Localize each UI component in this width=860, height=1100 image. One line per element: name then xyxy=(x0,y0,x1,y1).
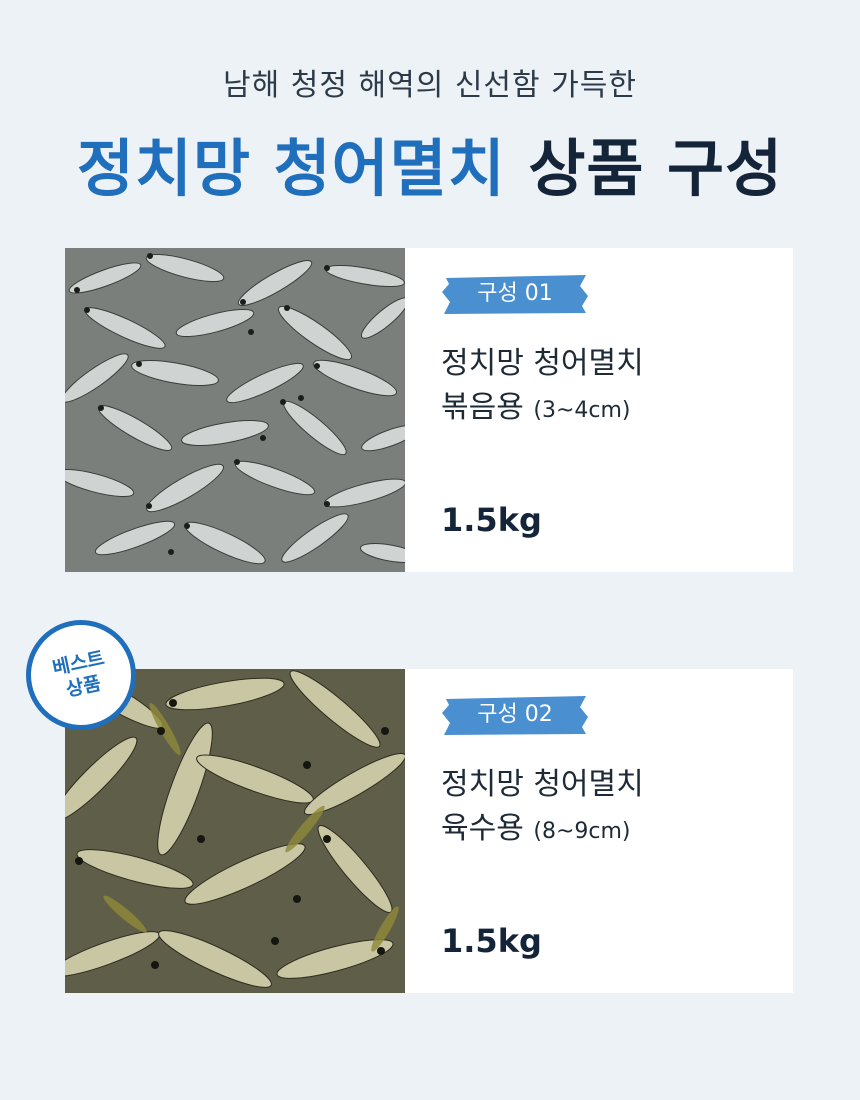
product-name-1: 정치망 청어멸치 볶음용 (3~4cm) xyxy=(441,342,644,433)
product-name-2: 정치망 청어멸치 육수용 (8~9cm) xyxy=(441,763,644,854)
product-info-1: 구성 01 정치망 청어멸치 볶음용 (3~4cm) 1.5kg xyxy=(405,248,793,572)
product-weight-2: 1.5kg xyxy=(441,922,542,960)
anchovy-texture xyxy=(65,669,405,993)
product-name-line2-wrap: 육수용 (8~9cm) xyxy=(441,807,644,854)
product-tag-2: 구성 02 xyxy=(440,693,590,737)
product-size: (3~4cm) xyxy=(533,398,631,423)
anchovy-small-photo xyxy=(65,248,405,572)
product-name-line2: 육수용 xyxy=(441,811,524,846)
product-name-line2: 볶음용 xyxy=(441,390,524,425)
product-card-2: 구성 02 정치망 청어멸치 육수용 (8~9cm) 1.5kg xyxy=(65,669,793,993)
page-title-rest: 상품 구성 xyxy=(528,132,784,205)
product-name-line2-wrap: 볶음용 (3~4cm) xyxy=(441,386,644,433)
product-name-line1: 정치망 청어멸치 xyxy=(441,767,644,802)
product-tag-label: 구성 02 xyxy=(477,702,553,727)
product-weight-1: 1.5kg xyxy=(441,501,542,539)
product-tag-label: 구성 01 xyxy=(477,281,553,306)
page-title-accent: 정치망 청어멸치 xyxy=(76,132,506,205)
page-title: 정치망 청어멸치 상품 구성 xyxy=(0,118,860,208)
product-size: (8~9cm) xyxy=(533,819,631,844)
product-info-2: 구성 02 정치망 청어멸치 육수용 (8~9cm) 1.5kg xyxy=(405,669,793,993)
product-card-1: 구성 01 정치망 청어멸치 볶음용 (3~4cm) 1.5kg xyxy=(65,248,793,572)
product-tag-1: 구성 01 xyxy=(440,272,590,316)
page-subtitle: 남해 청정 해역의 신선함 가득한 xyxy=(223,68,637,103)
product-name-line1: 정치망 청어멸치 xyxy=(441,346,644,381)
anchovy-texture xyxy=(65,248,405,572)
anchovy-large-photo xyxy=(65,669,405,993)
